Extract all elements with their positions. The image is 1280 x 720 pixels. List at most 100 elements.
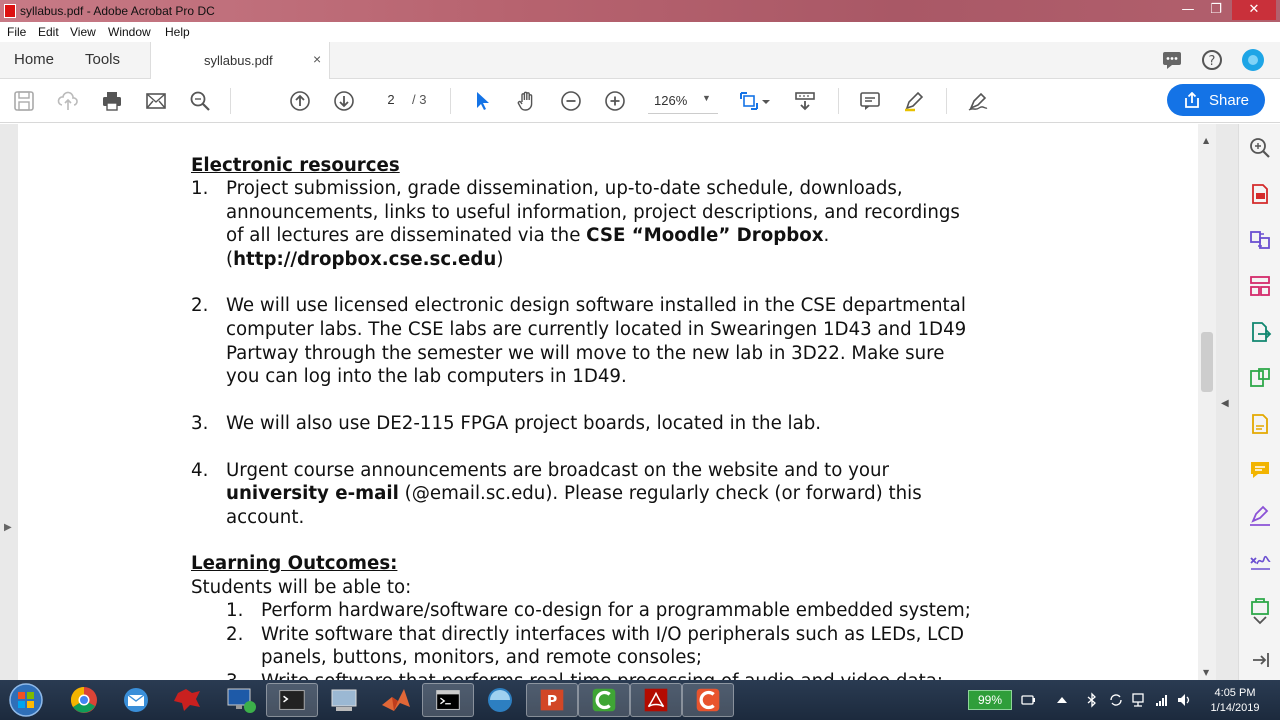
request-signatures-icon[interactable] — [1248, 412, 1272, 436]
comment-bubble-icon[interactable] — [1160, 48, 1184, 72]
vertical-scrollbar[interactable]: ▲ ▼ — [1198, 124, 1216, 680]
create-pdf-icon[interactable] — [1248, 182, 1272, 206]
menu-view[interactable]: View — [70, 25, 96, 39]
list-item-text: panels, buttons, monitors, and remote co… — [261, 647, 703, 668]
heading-learning-outcomes: Learning Outcomes: — [191, 553, 398, 574]
zoom-level-dropdown[interactable]: 126% ▼ — [648, 88, 718, 114]
email-icon[interactable] — [145, 90, 167, 112]
wifi-signal-icon[interactable] — [1154, 692, 1170, 708]
list-item-text: Perform hardware/software co-design for … — [261, 600, 971, 621]
toolbar-separator — [230, 88, 231, 114]
tab-document-label: syllabus.pdf — [204, 53, 273, 68]
hand-tool-icon[interactable] — [516, 90, 538, 112]
chevron-down-icon: ▼ — [702, 93, 711, 103]
save-icon[interactable] — [13, 90, 35, 112]
tab-document[interactable]: syllabus.pdf × — [150, 42, 330, 79]
battery-indicator[interactable]: 99% — [968, 690, 1012, 710]
highlight-pen-icon[interactable] — [903, 90, 925, 112]
print-icon[interactable] — [101, 90, 123, 112]
chevron-down-icon[interactable] — [1248, 612, 1272, 628]
share-button[interactable]: Share — [1167, 84, 1265, 116]
page-number-input[interactable]: 2 — [376, 92, 406, 107]
dropbox-url[interactable]: http://dropbox.cse.sc.edu — [233, 249, 496, 270]
organize-pages-icon[interactable] — [1248, 274, 1272, 298]
fill-sign-icon[interactable] — [967, 90, 989, 112]
tab-home[interactable]: Home — [14, 51, 54, 68]
enhance-scan-icon[interactable] — [1248, 136, 1272, 160]
tab-tools[interactable]: Tools — [85, 51, 120, 68]
zoom-in-icon[interactable] — [604, 90, 626, 112]
acrobat-taskbar-icon[interactable] — [630, 683, 682, 717]
help-icon[interactable]: ? — [1200, 48, 1224, 72]
menu-file[interactable]: File — [7, 25, 26, 39]
chevron-down-icon[interactable] — [760, 90, 772, 112]
command-prompt-icon[interactable] — [422, 683, 474, 717]
combine-files-icon[interactable] — [1248, 228, 1272, 252]
add-comment-icon[interactable] — [859, 90, 881, 112]
bluetooth-icon[interactable] — [1084, 692, 1100, 708]
chrome-icon[interactable] — [58, 683, 110, 717]
close-tab-icon[interactable]: × — [313, 51, 321, 67]
scroll-down-icon[interactable]: ▼ — [1203, 668, 1209, 677]
right-tools-panel — [1238, 124, 1280, 680]
network-icon[interactable] — [1130, 692, 1146, 708]
previous-page-icon[interactable] — [289, 90, 311, 112]
close-window-button[interactable]: ✕ — [1232, 0, 1276, 20]
dropbox-name: CSE “Moodle” Dropbox — [586, 225, 824, 246]
export-pdf-icon[interactable] — [1248, 320, 1272, 344]
remote-desktop-icon[interactable] — [214, 683, 266, 717]
user-avatar-icon[interactable] — [1241, 48, 1265, 72]
svg-text:?: ? — [1209, 54, 1216, 69]
toolbar-separator — [450, 88, 451, 114]
list-item-text: We will use licensed electronic design s… — [226, 295, 966, 316]
list-item-text: of all lectures are disseminated via the… — [226, 225, 830, 246]
edit-pdf-icon[interactable] — [1248, 366, 1272, 390]
upload-cloud-icon[interactable] — [57, 90, 79, 112]
scrollbar-thumb[interactable] — [1201, 332, 1213, 392]
comment-tool-icon[interactable] — [1248, 458, 1272, 482]
scroll-mode-icon[interactable] — [794, 90, 816, 112]
menu-help[interactable]: Help — [165, 25, 190, 39]
show-hidden-icons-icon[interactable] — [1054, 692, 1070, 708]
scroll-up-icon[interactable]: ▲ — [1203, 136, 1209, 145]
zoom-out-icon[interactable] — [560, 90, 582, 112]
menu-window[interactable]: Window — [108, 25, 151, 39]
camtasia-green-icon[interactable] — [578, 683, 630, 717]
menu-edit[interactable]: Edit — [38, 25, 59, 39]
circular-app-icon[interactable] — [474, 683, 526, 717]
select-cursor-icon[interactable] — [472, 90, 494, 112]
windows-taskbar: P 99% 4:05 PM 1/14/2019 — [0, 680, 1280, 720]
collapse-right-panel-icon[interactable]: ◀ — [1221, 398, 1229, 409]
next-page-icon[interactable] — [333, 90, 355, 112]
title-bar: syllabus.pdf - Adobe Acrobat Pro DC — ❐ … — [0, 0, 1280, 22]
toolbar-separator — [946, 88, 947, 114]
share-button-label: Share — [1209, 92, 1250, 109]
matlab-icon[interactable] — [370, 683, 422, 717]
paint-splat-app-icon[interactable] — [162, 683, 214, 717]
list-item-text: computer labs. The CSE labs are currentl… — [226, 319, 967, 340]
mail-app-icon[interactable] — [110, 683, 162, 717]
system-clock[interactable]: 4:05 PM 1/14/2019 — [1200, 686, 1270, 716]
collapse-panel-icon[interactable] — [1248, 648, 1272, 672]
camtasia-orange-icon[interactable] — [682, 683, 734, 717]
computer-app-icon[interactable] — [318, 683, 370, 717]
find-zoom-icon[interactable] — [189, 90, 211, 112]
terminal-window-icon[interactable] — [266, 683, 318, 717]
minimize-button[interactable]: — — [1174, 0, 1202, 20]
power-plug-icon[interactable] — [1020, 692, 1036, 708]
list-number: 1. — [226, 600, 244, 621]
windows-start-icon[interactable] — [4, 682, 48, 718]
list-item-text: Project submission, grade dissemination,… — [226, 178, 903, 199]
send-for-signature-icon[interactable] — [1248, 550, 1272, 574]
expand-left-panel-icon[interactable]: ▶ — [4, 522, 12, 533]
list-number: 3. — [226, 670, 243, 680]
maximize-button[interactable]: ❐ — [1202, 0, 1230, 20]
clock-date: 1/14/2019 — [1210, 702, 1260, 714]
page-fit-icon[interactable] — [738, 90, 760, 112]
acrobat-app-icon — [4, 4, 16, 18]
sync-icon[interactable] — [1108, 692, 1124, 708]
fill-and-sign-icon[interactable] — [1248, 504, 1272, 528]
powerpoint-icon[interactable]: P — [526, 683, 578, 717]
volume-icon[interactable] — [1176, 692, 1192, 708]
document-viewport[interactable]: Electronic resources 1. Project submissi… — [0, 124, 1238, 680]
